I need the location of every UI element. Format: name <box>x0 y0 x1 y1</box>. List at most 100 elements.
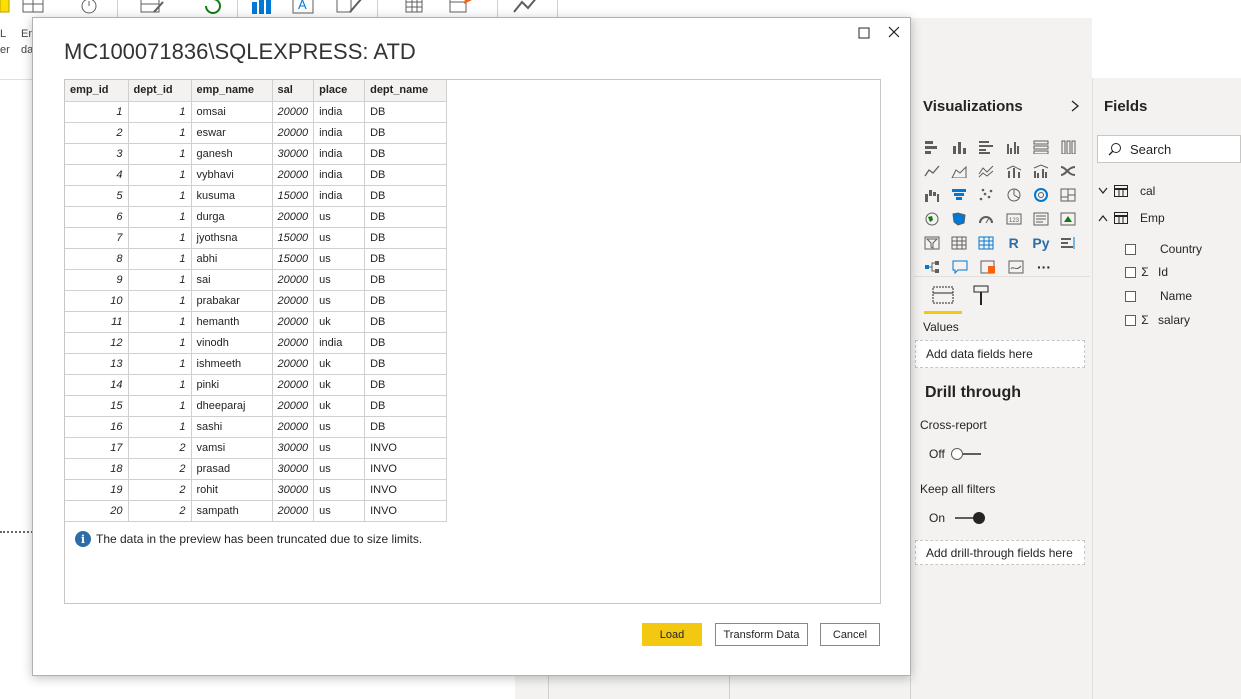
slicer-icon[interactable] <box>918 231 945 255</box>
table-cell: sampath <box>191 500 273 522</box>
table-cell: 30000 <box>272 143 315 165</box>
stacked-bar-chart-icon[interactable] <box>918 135 945 159</box>
key-influencers-icon[interactable] <box>1055 231 1082 255</box>
field-checkbox[interactable] <box>1125 314 1136 326</box>
column-header[interactable]: emp_id <box>65 80 129 102</box>
table-icon[interactable] <box>945 231 972 255</box>
table-cell: eswar <box>191 122 273 144</box>
stacked-area-chart-icon[interactable] <box>973 159 1000 183</box>
fields-tab-icon[interactable] <box>932 285 954 305</box>
collapse-chevron-icon[interactable] <box>1069 99 1081 113</box>
table-cell: 3 <box>65 143 129 165</box>
field-checkbox[interactable] <box>1125 266 1136 278</box>
text-box-icon[interactable]: A <box>292 0 314 14</box>
field-item-salary[interactable]: Σ salary <box>1125 310 1190 330</box>
treemap-icon[interactable] <box>1055 183 1082 207</box>
publish-icon[interactable] <box>512 0 536 14</box>
table-edit-icon[interactable] <box>140 0 164 14</box>
table-cell: sashi <box>191 416 273 438</box>
table-cell: durga <box>191 206 273 228</box>
multi-row-card-icon[interactable] <box>1027 207 1054 231</box>
map-icon[interactable] <box>918 207 945 231</box>
table-row: 17 2 vamsi 30000 us INVO <box>65 437 448 459</box>
gauge-icon[interactable] <box>973 207 1000 231</box>
field-name: salary <box>1158 313 1191 327</box>
table-cell: prabakar <box>191 290 273 312</box>
chevron-up-icon[interactable] <box>1097 213 1111 223</box>
line-and-clustered-column-chart-icon[interactable] <box>1027 159 1054 183</box>
filled-map-icon[interactable] <box>945 207 972 231</box>
table-cell: INVO <box>364 479 448 501</box>
drill-through-field-well[interactable]: Add drill-through fields here <box>915 540 1085 565</box>
card-icon[interactable]: 123 <box>1000 207 1027 231</box>
table-cell: 1 <box>128 269 192 291</box>
funnel-chart-icon[interactable] <box>945 183 972 207</box>
waterfall-chart-icon[interactable] <box>918 183 945 207</box>
field-item-name[interactable]: Name <box>1125 286 1192 306</box>
transform-data-button[interactable]: Transform Data <box>715 623 808 646</box>
canvas-page-border <box>0 531 33 533</box>
line-chart-icon[interactable] <box>918 159 945 183</box>
field-checkbox[interactable] <box>1125 243 1136 255</box>
column-header[interactable]: emp_name <box>191 80 273 102</box>
column-header[interactable]: dept_id <box>128 80 192 102</box>
table-cell: hemanth <box>191 311 273 333</box>
more-visuals-ribbon-icon[interactable] <box>336 0 362 14</box>
table-node-emp[interactable]: Emp <box>1097 208 1165 228</box>
enter-data-icon[interactable] <box>22 0 44 14</box>
keep-filters-toggle[interactable]: On <box>929 511 986 525</box>
table-cell: us <box>313 500 366 522</box>
table-cell: 20000 <box>272 269 315 291</box>
column-header[interactable]: dept_name <box>364 80 448 102</box>
clock-icon[interactable] <box>78 0 100 14</box>
format-tab-icon[interactable] <box>972 285 992 307</box>
field-item-id[interactable]: Σ Id <box>1125 262 1168 282</box>
svg-text:A: A <box>298 0 307 12</box>
field-item-country[interactable]: Country <box>1125 239 1202 259</box>
table-cell: 1 <box>128 248 192 270</box>
100-stacked-bar-chart-icon[interactable] <box>1027 135 1054 159</box>
donut-chart-icon[interactable] <box>1027 183 1054 207</box>
matrix-icon[interactable] <box>973 231 1000 255</box>
100-stacked-column-chart-icon[interactable] <box>1055 135 1082 159</box>
r-visual-icon[interactable]: R <box>1000 231 1027 255</box>
visual-type-row <box>918 159 1082 183</box>
load-button[interactable]: Load <box>642 623 702 646</box>
stacked-column-chart-icon[interactable] <box>945 135 972 159</box>
table-cell: 1 <box>128 122 192 144</box>
table-cell: pinki <box>191 374 273 396</box>
table-node-cal[interactable]: cal <box>1097 181 1155 201</box>
kpi-icon[interactable] <box>1055 207 1082 231</box>
table-cell: 30000 <box>272 458 315 480</box>
table-row: 18 2 prasad 30000 us INVO <box>65 458 448 480</box>
table-cell: 15000 <box>272 227 315 249</box>
cross-report-toggle[interactable]: Off <box>929 447 981 461</box>
scatter-chart-icon[interactable] <box>973 183 1000 207</box>
sigma-icon: Σ <box>1141 265 1149 279</box>
table-icon <box>1114 212 1128 224</box>
values-field-well[interactable]: Add data fields here <box>915 340 1085 368</box>
ribbon-chart-icon[interactable] <box>1055 159 1082 183</box>
area-chart-icon[interactable] <box>945 159 972 183</box>
clustered-bar-chart-icon[interactable] <box>973 135 1000 159</box>
pie-chart-icon[interactable] <box>1000 183 1027 207</box>
transform-data-icon[interactable] <box>0 0 22 14</box>
table-cell: 20000 <box>272 500 315 522</box>
fields-search-input[interactable]: Search <box>1097 135 1241 163</box>
column-header[interactable]: place <box>313 80 366 102</box>
refresh-icon[interactable] <box>202 0 224 14</box>
new-visual-icon[interactable] <box>250 0 272 14</box>
chevron-down-icon[interactable] <box>1097 186 1111 196</box>
line-and-column-chart-icon[interactable] <box>1000 159 1027 183</box>
table-cell: us <box>313 479 366 501</box>
close-icon[interactable] <box>886 24 902 40</box>
python-visual-icon[interactable]: Py <box>1027 231 1054 255</box>
clustered-column-chart-icon[interactable] <box>1000 135 1027 159</box>
maximize-icon[interactable] <box>856 25 872 41</box>
field-checkbox[interactable] <box>1125 290 1136 302</box>
new-measure-icon[interactable] <box>404 0 426 14</box>
quick-measure-icon[interactable] <box>448 0 472 14</box>
column-header[interactable]: sal <box>272 80 315 102</box>
cancel-button[interactable]: Cancel <box>820 623 880 646</box>
table-cell: 1 <box>128 374 192 396</box>
